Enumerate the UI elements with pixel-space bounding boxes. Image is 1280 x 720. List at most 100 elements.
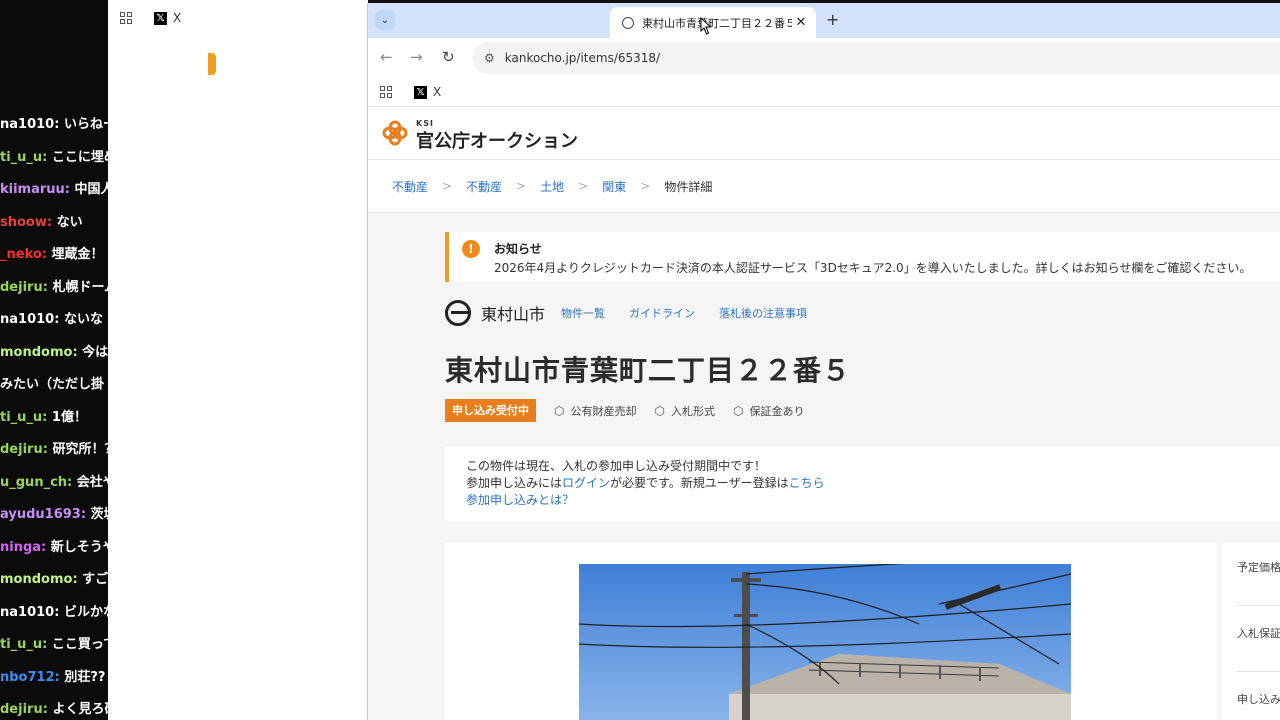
chat-message: shoow: ない (0, 214, 83, 232)
chat-text: ビルかな (63, 604, 108, 620)
chat-username[interactable]: u_gun_ch: (0, 475, 77, 490)
chat-message: ti_u_u: 1億！ (0, 409, 87, 427)
chat-text: ない (56, 214, 83, 230)
chat-message: みたい（ただし掛 (0, 376, 104, 394)
chat-username[interactable]: dejiru: (0, 280, 52, 295)
site-header: KSI 官公庁オークション (368, 107, 1280, 160)
org-link-item-list[interactable]: 物件一覧 (561, 305, 605, 321)
breadcrumb-separator: > (442, 179, 453, 193)
url-text[interactable]: kankocho.jp/items/65318/ (505, 51, 660, 65)
chat-username[interactable]: dejiru: (0, 702, 52, 717)
stream-chat-panel: na1010: いらねー ti_u_u: ここに埋め kiimaruu: 中国人 sh… (0, 0, 108, 720)
organization-name[interactable]: 東村山市 (481, 301, 545, 325)
site-logo-icon[interactable] (381, 119, 409, 147)
register-link[interactable]: こちら (789, 476, 825, 490)
x-logo-icon[interactable]: 𝕏 (154, 11, 167, 25)
chat-text: 埋蔵金！ (51, 247, 104, 262)
chat-username[interactable]: na1010: (0, 312, 64, 327)
apps-grid-icon[interactable] (380, 86, 392, 98)
breadcrumb-item[interactable]: 土地 (540, 178, 564, 195)
chat-message: u_gun_ch: 会社や (0, 474, 108, 492)
apps-grid-icon[interactable] (120, 12, 132, 24)
what-is-application-link[interactable]: 参加申し込みとは？ (466, 492, 574, 509)
breadcrumb-item[interactable]: 不動産 (392, 178, 428, 195)
chat-username[interactable]: nbo712: (0, 670, 64, 685)
info-text: が必要です。新規ユーザー登録は (610, 476, 789, 490)
site-info-icon[interactable]: ⚙ (484, 51, 495, 65)
tag-icon: ⬡ (654, 403, 665, 418)
bookmark-x-label[interactable]: X (433, 85, 441, 99)
chat-username[interactable]: ayudu1693: (0, 507, 91, 522)
chat-message: _neko: 埋蔵金！ (0, 246, 104, 264)
chat-username[interactable]: mondomo: (0, 345, 82, 360)
org-link-guideline[interactable]: ガイドライン (629, 305, 695, 321)
active-tab[interactable]: 東村山市青葉町二丁目２２番５ ✕ (610, 7, 816, 38)
chat-text: いらねー (63, 117, 108, 132)
tag-public-property: ⬡ 公有財産売却 (554, 403, 636, 419)
tag-label: 保証金あり (749, 404, 805, 418)
property-photo[interactable] (579, 564, 1071, 720)
city-emblem-icon (445, 300, 471, 326)
chat-username[interactable]: ninga: (0, 540, 51, 555)
breadcrumb-item[interactable]: 関東 (602, 178, 626, 195)
side-label-estimated-price: 予定価格 (1237, 561, 1280, 574)
chat-message: dejiru: よく見ろ研 (0, 701, 108, 719)
mouse-cursor-icon (700, 17, 712, 35)
breadcrumb-separator: > (640, 179, 651, 193)
back-arrow-icon[interactable]: ← (380, 48, 393, 66)
site-brand-name[interactable]: 官公庁オークション (416, 127, 578, 153)
breadcrumb-item[interactable]: 不動産 (466, 178, 502, 195)
item-tags: 申し込み受付中 ⬡ 公有財産売却 ⬡ 入札形式 ⬡ 保証金あり (445, 399, 822, 422)
tag-icon: ⬡ (732, 403, 744, 418)
chat-text: すごー (82, 572, 108, 587)
address-bar[interactable]: ⚙ kankocho.jp/items/65318/ (472, 42, 1280, 74)
chat-message: dejiru: 札幌ドーム (0, 279, 108, 297)
side-label-application: 申し込み (1237, 693, 1280, 706)
info-text: 参加申し込みには (466, 476, 563, 490)
side-dock-tab[interactable] (208, 53, 216, 75)
chat-message: mondomo: 今はこ (0, 344, 108, 362)
chat-message: mondomo: すごー (0, 571, 108, 589)
globe-icon (622, 16, 634, 29)
org-link-after-bid-notes[interactable]: 落札後の注意事項 (719, 305, 807, 321)
reload-icon[interactable]: ↻ (442, 48, 455, 66)
new-tab-plus-icon[interactable]: + (826, 10, 839, 29)
web-page: KSI 官公庁オークション 不動産 > 不動産 > 土地 > 関東 > 物件詳細… (368, 107, 1280, 720)
breadcrumb: 不動産 > 不動産 > 土地 > 関東 > 物件詳細 (368, 160, 1280, 213)
chat-username[interactable]: ti_u_u: (0, 150, 52, 165)
chat-text: 別荘?? (64, 669, 106, 685)
chat-username[interactable]: dejiru: (0, 442, 52, 457)
chat-username[interactable]: mondomo: (0, 572, 82, 587)
tab-search-button[interactable]: ⌄ (375, 10, 395, 30)
chat-username[interactable]: ti_u_u: (0, 410, 52, 425)
chat-text: 茨城 (90, 507, 108, 522)
chat-text: ここ買って (51, 637, 108, 652)
chat-message: ti_u_u: ここに埋め (0, 149, 108, 167)
chat-message: dejiru: 研究所！？ (0, 441, 108, 459)
chat-username[interactable]: na1010: (0, 117, 64, 132)
notice-body: 2026年4月よりクレジットカード決済の本人認証サービス「3Dセキュア2.0」を… (494, 261, 1252, 275)
chat-username[interactable]: shoow: (0, 215, 57, 230)
info-line-status: この物件は現在、入札の参加申し込み受付期間中です！ (466, 459, 767, 473)
chat-message: ti_u_u: ここ買って (0, 636, 108, 654)
chat-username[interactable]: ti_u_u: (0, 637, 52, 652)
chat-username[interactable]: _neko: (0, 247, 52, 262)
chat-username[interactable]: kiimaruu: (0, 182, 75, 197)
price-side-panel: 予定価格 入札保証 申し込み (1221, 543, 1280, 720)
forward-arrow-icon[interactable]: → (410, 48, 423, 66)
bookmark-x-label[interactable]: X (173, 11, 181, 25)
chevron-down-icon: ⌄ (380, 14, 390, 26)
chat-text: 新しそうや (50, 539, 108, 555)
chat-text: ないな (63, 312, 103, 327)
browser-window: ⌄ 東村山市青葉町二丁目２２番５ ✕ + ← → ↻ ⚙ kankocho.jp… (367, 3, 1280, 720)
chat-username[interactable]: na1010: (0, 605, 64, 620)
tab-title: 東村山市青葉町二丁目２２番５ (642, 16, 792, 30)
bookmarks-bar: 𝕏 X (368, 78, 1280, 107)
close-tab-icon[interactable]: ✕ (792, 15, 810, 30)
login-link[interactable]: ログイン (562, 476, 610, 490)
bookmarks-bar: 𝕏 X (108, 0, 368, 36)
chat-message: kiimaruu: 中国人 (0, 181, 108, 199)
notice-title: お知らせ (494, 242, 542, 256)
chat-message: nbo712: 別荘?? (0, 669, 105, 687)
x-logo-icon[interactable]: 𝕏 (414, 85, 427, 99)
